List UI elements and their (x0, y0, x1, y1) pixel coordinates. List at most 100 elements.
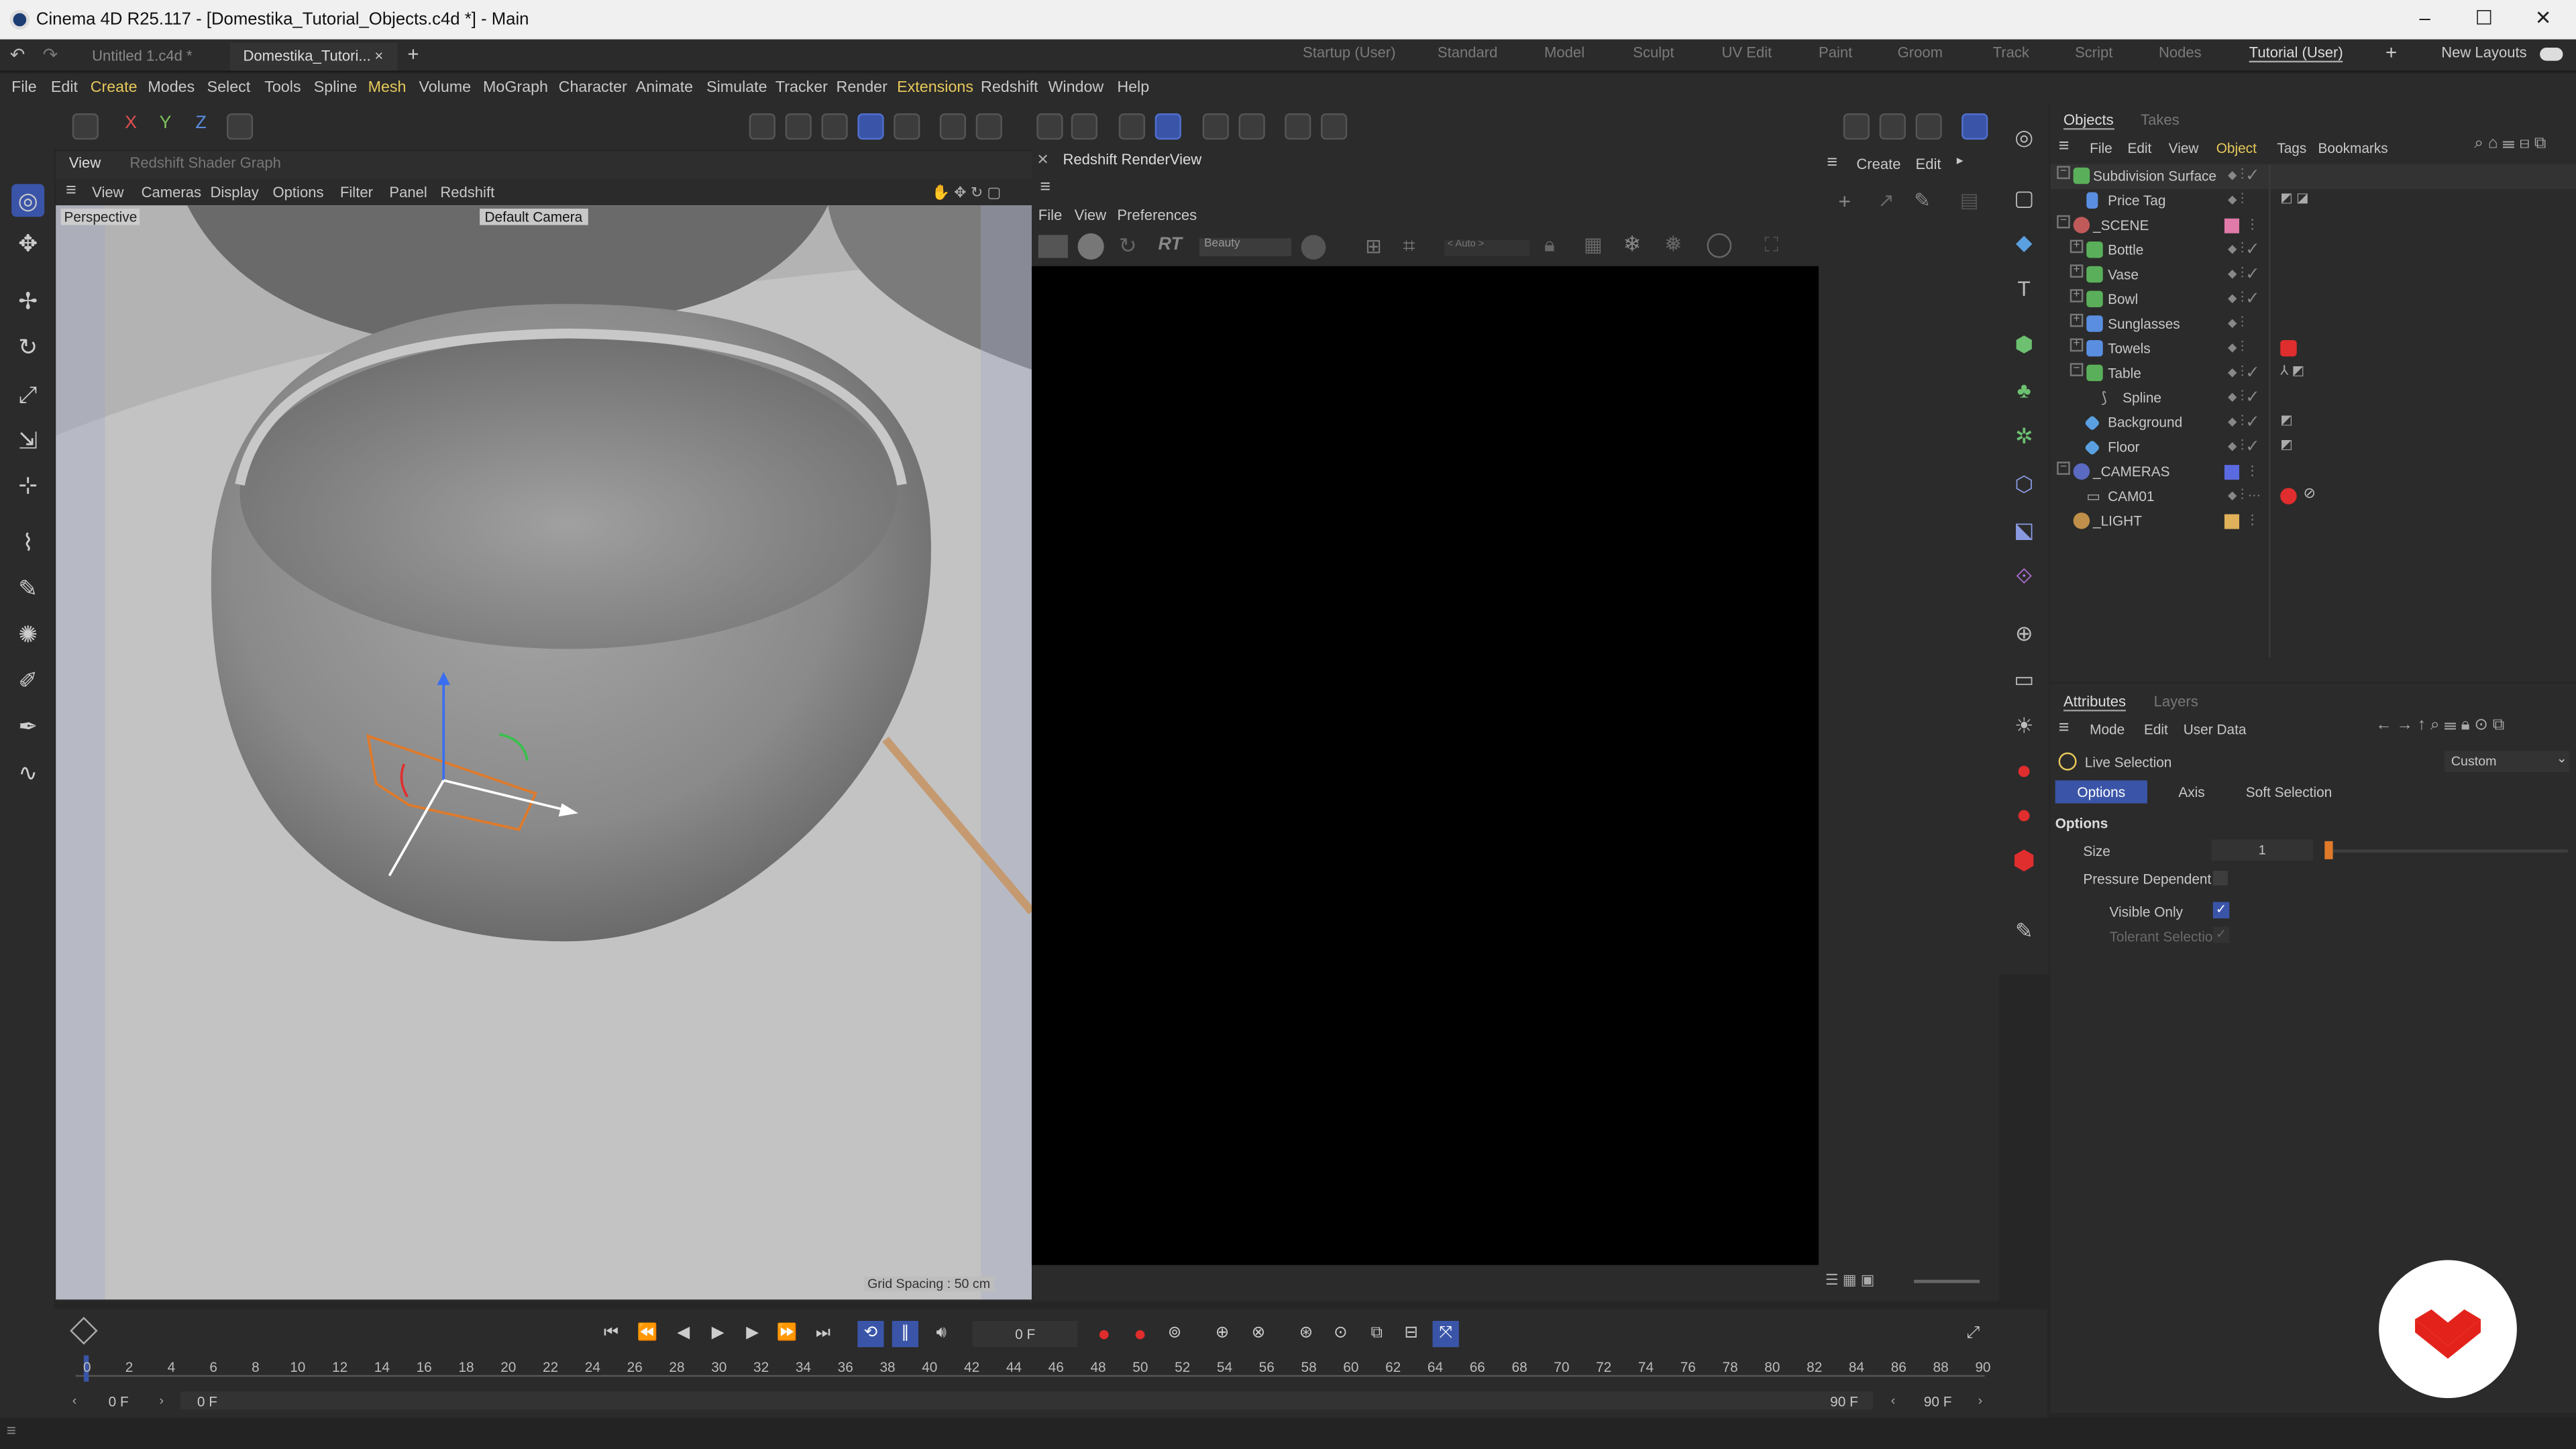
square-icon[interactable]: ▢ (2008, 182, 2041, 215)
layout-script[interactable]: Script (2075, 44, 2112, 60)
objects-menu-tags[interactable]: Tags (2277, 140, 2306, 156)
tab-objects[interactable]: Objects (2063, 112, 2114, 130)
redo-icon[interactable]: ↷ (43, 44, 58, 66)
layout-groom[interactable]: Groom (1898, 44, 1943, 60)
visibility-icon[interactable]: ⬥ ⋮ (2228, 193, 2244, 209)
freeze-icon[interactable]: ❄ (1623, 231, 1642, 258)
renderview-menu-file[interactable]: File (1038, 207, 1063, 223)
object-name[interactable]: Towels (2108, 340, 2151, 356)
attributes-menu-mode[interactable]: Mode (2090, 721, 2125, 737)
menu-spline[interactable]: Spline (314, 79, 358, 97)
objects-menu-file[interactable]: File (2090, 140, 2112, 156)
chevron-right-icon[interactable]: › (1978, 1393, 1983, 1408)
visible-only-checkbox[interactable]: ✓ (2212, 902, 2230, 918)
visibility-icon[interactable]: ⬥ ⋮ ⋯ (2228, 488, 2261, 504)
redshift-tag-icon[interactable] (2280, 488, 2297, 504)
render-picture-viewer-icon[interactable] (1879, 113, 1906, 140)
visibility-icon[interactable]: ⋮ (2246, 513, 2259, 527)
scale-key-icon[interactable]: ⊛ (1293, 1321, 1319, 1347)
tab-takes[interactable]: Takes (2141, 112, 2180, 128)
redshift-object-icon[interactable]: ⬢ (2008, 846, 2041, 879)
pen-icon[interactable]: ✒ (11, 710, 44, 743)
texture-mode-icon[interactable] (894, 113, 920, 140)
render-region-icon[interactable] (1285, 113, 1311, 140)
menu-tools[interactable]: Tools (264, 79, 301, 97)
layout-tutorial[interactable]: Tutorial (User) (2249, 44, 2343, 63)
objects-menu-edit[interactable]: Edit (2127, 140, 2151, 156)
chevron-down-icon[interactable]: ⌄ (2557, 751, 2567, 765)
tab-layers[interactable]: Layers (2154, 693, 2198, 709)
undo-icon[interactable]: ↶ (10, 44, 25, 66)
menu-file[interactable]: File (11, 79, 37, 97)
z-axis-lock[interactable]: Z (195, 113, 206, 133)
mini-edit[interactable]: Edit (1916, 156, 1941, 172)
loop-icon[interactable]: ⟲ (857, 1320, 884, 1348)
go-to-start-icon[interactable]: ⏮ (598, 1321, 624, 1347)
undo-history-icon[interactable] (72, 113, 99, 140)
subdivision-icon[interactable]: ⬢ (2008, 329, 2041, 362)
object-row[interactable]: Price Tag ⬥ ⋮ ◩ ◪ (2050, 189, 2576, 214)
attributes-menu-user-data[interactable]: User Data (2184, 721, 2247, 737)
chevron-left-icon[interactable]: ‹ (1891, 1393, 1896, 1408)
tag-icons[interactable]: ⅄ ◩ (2280, 363, 2304, 378)
play-icon[interactable]: ▶ (705, 1321, 731, 1347)
pressure-checkbox[interactable] (2212, 870, 2228, 886)
rotation-key-icon[interactable]: ⊗ (1245, 1321, 1271, 1347)
collapse-icon[interactable]: − (2070, 363, 2084, 376)
visibility-icon[interactable]: ⬥ ⋮ (2228, 315, 2244, 331)
tag-icon[interactable]: ✎ (2008, 915, 2041, 948)
viewport-nav-icons[interactable]: ✋ ✥ ↻ ▢ (932, 184, 1002, 202)
preset-select[interactable]: Custom (2445, 751, 2570, 773)
previous-frame-icon[interactable]: ◀ (670, 1321, 696, 1347)
current-frame-field[interactable]: 0 F (972, 1320, 1078, 1348)
sound-icon[interactable]: 🔊︎ (928, 1321, 955, 1347)
menu-window[interactable]: Window (1048, 79, 1104, 97)
close-button[interactable]: ✕ (2527, 7, 2560, 30)
menu-mesh[interactable]: Mesh (368, 79, 407, 97)
layout-model[interactable]: Model (1544, 44, 1585, 60)
3d-viewport[interactable]: Perspective Default Camera Grid Spacing … (56, 205, 1032, 1300)
object-row[interactable]: Floor ⬥ ⋮ ✓ ◩ (2050, 435, 2576, 460)
cube-view-icon[interactable]: ◎ (2008, 121, 2041, 154)
brush-tools-icon[interactable]: ✺ (11, 618, 44, 651)
renderview-menu-icon[interactable]: ≡ (1040, 177, 1051, 197)
menu-redshift[interactable]: Redshift (981, 79, 1038, 97)
visibility-icon[interactable]: ⋮ (2246, 464, 2259, 478)
object-row[interactable]: − Table ⬥ ⋮ ✓ ⅄ ◩ (2050, 362, 2576, 386)
placement-icon[interactable]: ⊹ (11, 468, 44, 501)
visibility-icon[interactable]: ⬥ ⋮ ✓ (2228, 241, 2257, 258)
minimize-button[interactable]: – (2408, 7, 2441, 30)
scale-icon[interactable]: ⤢ (11, 378, 44, 411)
objects-menu-view[interactable]: View (2169, 140, 2199, 156)
menu-mograph[interactable]: MoGraph (483, 79, 548, 97)
selection-tools-icon[interactable]: ✥ (11, 227, 44, 260)
menu-simulate[interactable]: Simulate (706, 79, 767, 97)
visibility-icon[interactable]: ⬥ ⋮ (2228, 340, 2244, 356)
view-mode-icons[interactable]: ☰ ▦ ▣ (1825, 1272, 1875, 1290)
objects-menu-icon[interactable]: ≡ (2059, 136, 2070, 156)
rt-toggle[interactable]: RT (1159, 235, 1182, 254)
protection-tag-icon[interactable]: ⊘ (2303, 484, 2315, 502)
tag-icon[interactable]: ◩ (2280, 413, 2293, 427)
menu-modes[interactable]: Modes (148, 79, 195, 97)
tab-attributes[interactable]: Attributes (2063, 693, 2127, 712)
visibility-icon[interactable]: ⬥ ⋮ ✓ (2228, 365, 2257, 381)
objects-menu-bookmarks[interactable]: Bookmarks (2318, 140, 2388, 156)
field-icon[interactable]: ⬕ (2008, 515, 2041, 547)
subtab-options[interactable]: Options (2055, 780, 2147, 804)
object-row[interactable]: + Towels ⬥ ⋮ (2050, 337, 2576, 362)
spline-icon[interactable]: ⟐ (2008, 560, 2041, 593)
layout-standard[interactable]: Standard (1438, 44, 1497, 60)
previous-key-icon[interactable]: ⏪ (634, 1321, 660, 1347)
collapse-icon[interactable]: − (2057, 462, 2070, 475)
menu-help[interactable]: Help (1117, 79, 1149, 97)
rgb-channel-icon[interactable] (1301, 235, 1326, 260)
motion-icon[interactable]: ⊟ (1398, 1321, 1424, 1347)
chevron-right-icon[interactable]: › (160, 1393, 164, 1408)
go-to-end-icon[interactable]: ⏭ (810, 1321, 836, 1347)
solo-icon[interactable] (1202, 113, 1229, 140)
visibility-icon[interactable]: ⬥ ⋮ ✓ (2228, 290, 2257, 307)
menu-create[interactable]: Create (91, 79, 138, 97)
renderview-menu-view[interactable]: View (1075, 207, 1106, 223)
refresh-icon[interactable]: ↻ (1119, 233, 1137, 260)
